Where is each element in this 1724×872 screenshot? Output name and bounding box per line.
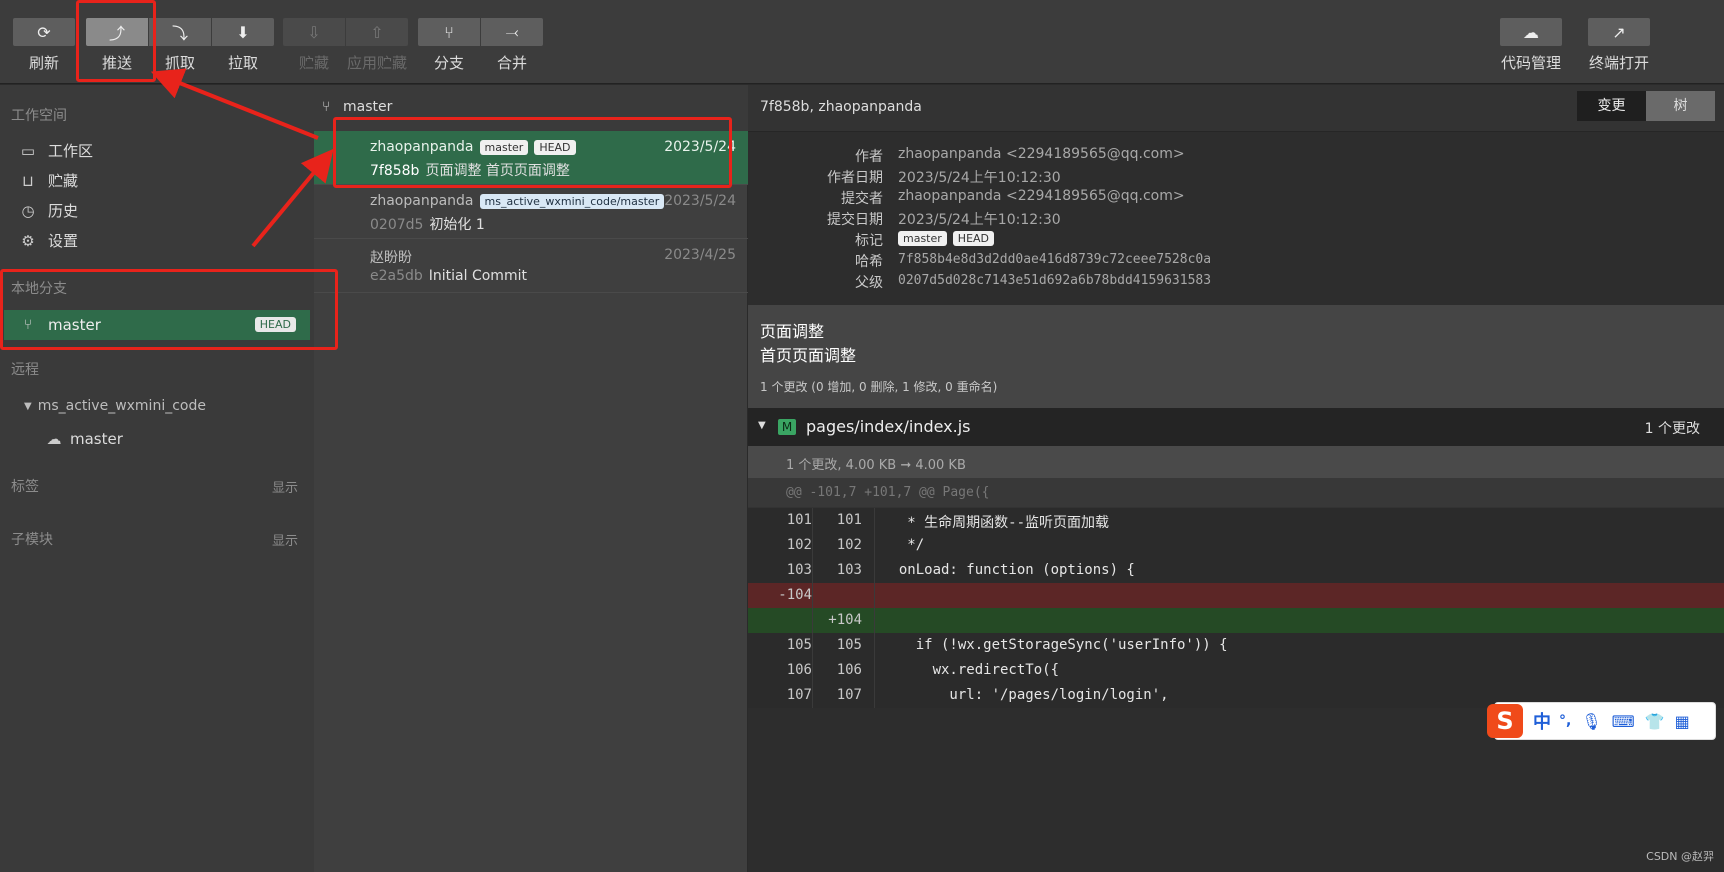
skin-icon[interactable]: 👕 (1645, 712, 1665, 731)
annotation-arrows (150, 68, 334, 248)
watermark: CSDN @赵羿 (1646, 850, 1714, 863)
ime-lang[interactable]: 中 (1533, 708, 1551, 734)
microphone-icon[interactable]: 🎙 (1581, 712, 1601, 731)
keyboard-icon[interactable]: ⌨ (1612, 712, 1635, 731)
arrow-to-commit (251, 148, 334, 248)
sogou-logo-icon: S (1487, 704, 1523, 738)
ime-punct[interactable]: °, (1559, 713, 1571, 729)
ime-toolbar[interactable]: S 中 °, 🎙 ⌨ 👕 ▦ (1487, 702, 1716, 740)
grid-icon[interactable]: ▦ (1675, 712, 1690, 731)
arrow-to-push (150, 68, 319, 140)
